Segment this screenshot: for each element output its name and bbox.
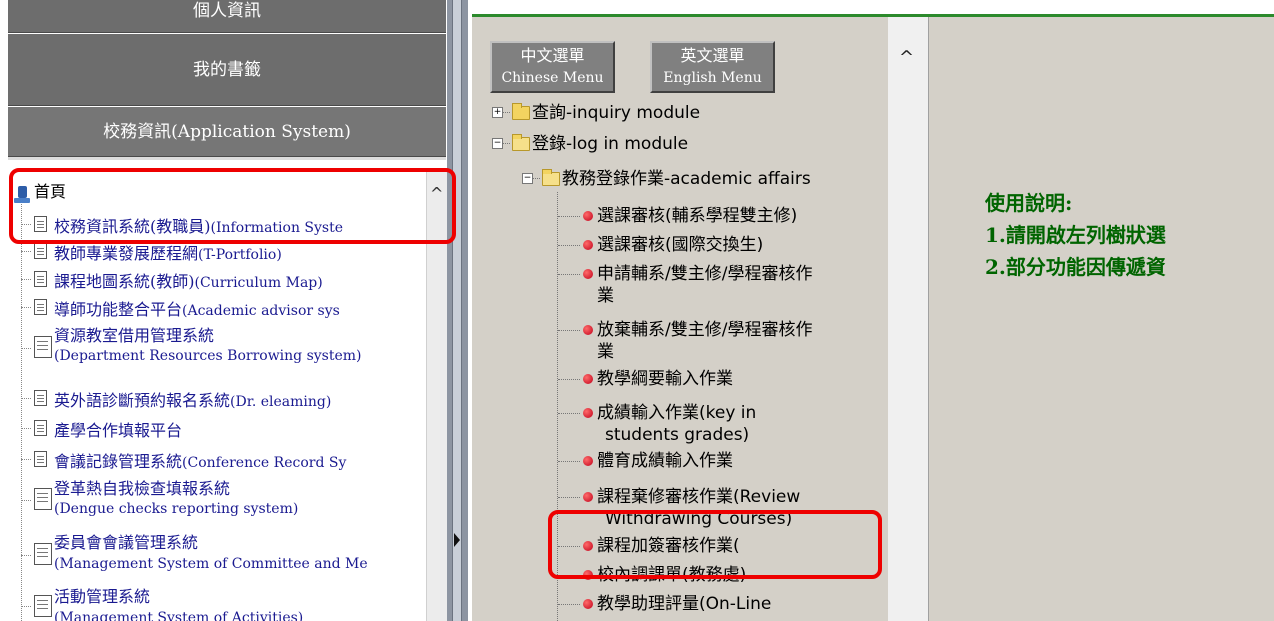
document-icon	[34, 543, 52, 565]
tree-item-abandon-minor-review-cont[interactable]: 業	[597, 341, 614, 363]
red-bullet-icon	[583, 570, 593, 580]
menu-tree-panel: 中文選單 Chinese Menu 英文選單 English Menu + 查詢…	[480, 17, 929, 621]
red-bullet-icon	[583, 456, 593, 466]
open-folder-icon	[512, 134, 530, 151]
document-icon	[34, 595, 52, 617]
expand-plus-icon[interactable]: +	[492, 107, 503, 118]
tree-line	[21, 196, 22, 621]
divider	[8, 157, 446, 160]
red-bullet-icon	[583, 240, 593, 250]
tree-item-inquiry-module[interactable]: 查詢-inquiry module	[532, 102, 700, 124]
tree-item-resource-room-en[interactable]: (Department Resources Borrowing system)	[54, 348, 362, 364]
personal-info-button[interactable]: 個人資訊	[8, 0, 446, 33]
frame-border	[472, 17, 480, 621]
tree-item-industry-cooperation[interactable]: 產學合作填報平台	[54, 417, 182, 441]
tree-item-apply-minor-review[interactable]: 申請輔系/雙主修/學程審核作	[597, 263, 812, 285]
module-tree: 中文選單 Chinese Menu 英文選單 English Menu + 查詢…	[480, 17, 888, 621]
document-icon	[34, 420, 47, 436]
tree-item-academic-affairs[interactable]: 教務登錄作業-academic affairs	[562, 168, 811, 190]
folder-icon	[512, 103, 530, 120]
red-bullet-icon	[583, 374, 593, 384]
application-system-button[interactable]: 校務資訊(Application System)	[8, 107, 446, 157]
instructions-line-1: 1.請開啟左列樹狀選	[985, 223, 1166, 247]
tree-item-withdraw-review-cont[interactable]: Withdrawing Courses)	[605, 508, 792, 530]
left-scrollbar[interactable]: ^	[426, 170, 447, 621]
document-icon	[34, 451, 47, 467]
red-bullet-icon	[583, 325, 593, 335]
tree-root-home[interactable]: 首頁	[34, 178, 66, 202]
tree-item-curriculum-map[interactable]: 課程地圖系統(教師)(Curriculum Map)	[54, 268, 323, 292]
left-tree: 首頁 校務資訊系統(教職員)(Information Syste 教師專業發展歷…	[8, 170, 426, 621]
tree-item-abandon-minor-review[interactable]: 放棄輔系/雙主修/學程審核作	[597, 319, 812, 341]
menu-scrollbar[interactable]: ^	[888, 17, 928, 621]
tree-item-academic-advisor[interactable]: 導師功能整合平台(Academic advisor sys	[54, 296, 340, 320]
tree-item-apply-minor-review-cont[interactable]: 業	[597, 285, 614, 307]
tree-item-grades-input-cont[interactable]: students grades)	[605, 424, 749, 446]
document-icon	[34, 488, 52, 510]
scroll-up-icon[interactable]: ^	[899, 47, 914, 68]
document-icon	[34, 299, 47, 315]
tree-item-activity-management-en[interactable]: (Management System of Activities)	[54, 610, 303, 621]
tree-item-dr-elearning[interactable]: 英外語診斷預約報名系統(Dr. eleaming)	[54, 387, 331, 411]
tree-item-ta-evaluation[interactable]: 教學助理評量(On-Line	[597, 593, 771, 615]
document-icon	[34, 390, 47, 406]
open-folder-icon	[542, 169, 560, 186]
red-bullet-icon	[583, 408, 593, 418]
chinese-menu-button[interactable]: 中文選單 Chinese Menu	[490, 41, 615, 93]
tree-item-resource-room[interactable]: 資源教室借用管理系統	[54, 322, 214, 346]
collapse-arrow-icon[interactable]	[454, 533, 460, 547]
frame-splitter[interactable]	[447, 0, 468, 621]
english-menu-button[interactable]: 英文選單 English Menu	[650, 41, 775, 93]
instructions-line-2: 2.部分功能因傳遞資	[985, 255, 1166, 279]
tree-item-login-module[interactable]: 登錄-log in module	[532, 133, 688, 155]
instructions: 使用說明: 1.請開啟左列樹狀選 2.部分功能因傳遞資	[985, 187, 1166, 283]
tree-item-dengue-check[interactable]: 登革熱自我檢查填報系統	[54, 475, 230, 499]
document-icon	[34, 271, 47, 287]
computer-icon	[14, 186, 30, 204]
tree-item-committee-meeting-en[interactable]: (Management System of Committee and Me	[54, 556, 368, 572]
tree-item-dengue-check-en[interactable]: (Dengue checks reporting system)	[54, 501, 298, 517]
tree-item-pe-grades-input[interactable]: 體育成績輸入作業	[597, 450, 733, 472]
tree-item-syllabus-input[interactable]: 教學綱要輸入作業	[597, 368, 733, 390]
tree-item-course-review-exchange[interactable]: 選課審核(國際交換生)	[597, 234, 763, 256]
left-panel: 個人資訊 我的書籤 校務資訊(Application System) 首頁 校務…	[0, 0, 447, 621]
tree-item-activity-management[interactable]: 活動管理系統	[54, 583, 150, 607]
tree-item-conference-record[interactable]: 會議記錄管理系統(Conference Record Sy	[54, 448, 346, 472]
tree-item-schedule-change[interactable]: 校內調課單(教務處)	[597, 564, 746, 586]
tree-item-committee-meeting[interactable]: 委員會會議管理系統	[54, 529, 198, 553]
tree-item-withdraw-review[interactable]: 課程棄修審核作業(Review	[597, 486, 800, 508]
tree-item-t-portfolio[interactable]: 教師專業發展歷程網(T-Portfolio)	[54, 240, 282, 264]
collapse-minus-icon[interactable]: −	[492, 138, 503, 149]
tree-item-course-review-double-major[interactable]: 選課審核(輔系學程雙主修)	[597, 205, 797, 227]
red-bullet-icon	[583, 211, 593, 221]
red-bullet-icon	[583, 599, 593, 609]
document-icon	[34, 243, 47, 259]
instructions-title: 使用說明:	[985, 191, 1073, 215]
tree-item-add-course-review[interactable]: 課程加簽審核作業(	[597, 535, 740, 557]
document-icon	[34, 216, 47, 232]
collapse-minus-icon[interactable]: −	[522, 173, 533, 184]
content-panel: 使用說明: 1.請開啟左列樹狀選 2.部分功能因傳遞資	[929, 17, 1274, 621]
red-bullet-icon	[583, 541, 593, 551]
tree-item-information-system[interactable]: 校務資訊系統(教職員)(Information Syste	[54, 213, 343, 237]
document-icon	[34, 336, 52, 358]
tree-item-grades-input[interactable]: 成績輸入作業(key in	[597, 402, 756, 424]
bookmarks-button[interactable]: 我的書籤	[8, 34, 446, 106]
red-bullet-icon	[583, 269, 593, 279]
red-bullet-icon	[583, 492, 593, 502]
scroll-up-icon[interactable]: ^	[430, 184, 443, 203]
